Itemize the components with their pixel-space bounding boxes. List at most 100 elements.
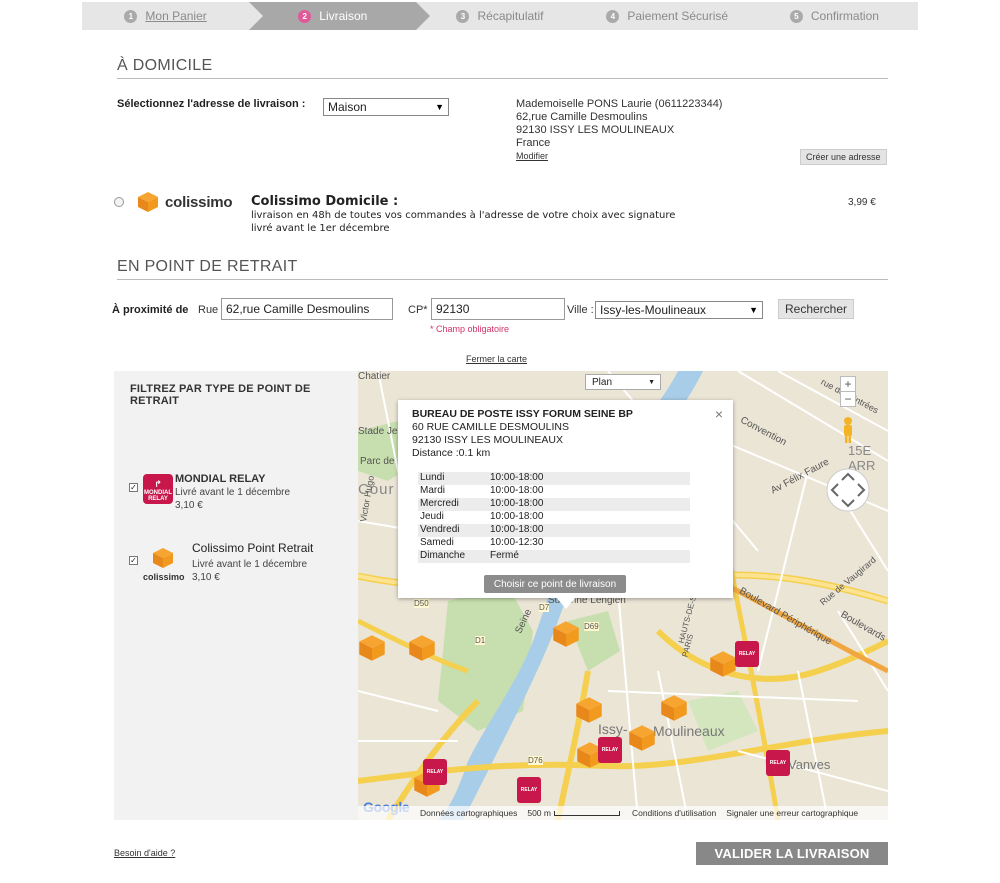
map-type-select[interactable]: Plan ▼ [585, 374, 661, 390]
zoom-out-button[interactable]: − [840, 391, 856, 407]
dropdown-arrow-icon: ▼ [648, 378, 655, 386]
hours-time: 10:00-18:00 [490, 511, 544, 522]
mondial-relay-marker-icon[interactable]: RELAY [735, 641, 759, 667]
cp-label: CP* [408, 304, 428, 316]
home-option-price: 3,99 € [848, 197, 876, 208]
close-map-link[interactable]: Fermer la carte [466, 354, 527, 364]
near-label: À proximité de [112, 304, 189, 316]
required-note: * Champ obligatoire [430, 324, 510, 334]
map-report-link[interactable]: Signaler une erreur cartographique [726, 808, 858, 818]
colissimo-marker-icon[interactable] [628, 723, 656, 753]
step-label: Confirmation [810, 9, 879, 23]
help-link[interactable]: Besoin d'aide ? [114, 848, 175, 858]
validate-delivery-button[interactable]: VALIDER LA LIVRAISON [696, 842, 888, 865]
step-label: Mon Panier [145, 9, 207, 23]
colissimo-marker-icon[interactable] [660, 693, 688, 723]
colissimo-relay-delivery: Livré avant le 1 décembre [192, 559, 308, 570]
hours-day: Lundi [420, 472, 445, 483]
address-select-label: Sélectionnez l'adresse de livraison : [117, 98, 306, 110]
colissimo-marker-selected-icon[interactable] [552, 619, 580, 649]
popup-city: 92130 ISSY LES MOULINEAUX [412, 434, 563, 446]
hours-time: 10:00-18:00 [490, 485, 544, 496]
popup-name: BUREAU DE POSTE ISSY FORUM SEINE BP [412, 408, 633, 420]
mondial-relay-checkbox[interactable]: ✓ [129, 483, 138, 492]
colissimo-logo: colissimo [137, 191, 233, 213]
city-select[interactable]: Issy-les-Moulineaux ▼ [595, 301, 763, 319]
relay-arrow-icon: ↱ [154, 479, 162, 489]
checkout-steps: 1 Mon Panier 2 Livraison 3 Récapitulatif… [82, 2, 918, 30]
hours-time: 10:00-18:00 [490, 498, 544, 509]
step-number: 5 [789, 9, 803, 23]
address-line: France [516, 137, 551, 149]
street-input[interactable]: 62,rue Camille Desmoulins [221, 298, 393, 320]
hours-row: Lundi 10:00-18:00 [418, 472, 690, 485]
hours-day: Dimanche [420, 550, 466, 561]
map-label-vanves: Vanves [788, 757, 831, 772]
colissimo-marker-icon[interactable] [709, 649, 737, 679]
map-label-stade: Stade Je [358, 426, 398, 437]
mondial-relay-delivery: Livré avant le 1 décembre [175, 487, 291, 498]
step-number: 4 [606, 9, 620, 23]
hours-time: 10:00-18:00 [490, 524, 544, 535]
map-scale: 500 m [527, 808, 551, 818]
map-type-value: Plan [592, 376, 613, 388]
hours-row: Mardi 10:00-18:00 [418, 485, 690, 498]
cp-input[interactable]: 92130 [431, 298, 565, 320]
choose-relay-button[interactable]: Choisir ce point de livraison [484, 575, 626, 593]
hours-day: Mercredi [420, 498, 459, 509]
hours-row: Samedi 10:00-12:30 [418, 537, 690, 550]
address-line: Mademoiselle PONS Laurie (0611223344) [516, 98, 723, 110]
pegman-icon[interactable] [841, 416, 855, 444]
step-summary: 3 Récapitulatif [416, 2, 583, 30]
search-button[interactable]: Rechercher [778, 299, 854, 319]
colissimo-relay-name: Colissimo Point Retrait [192, 541, 314, 555]
create-address-button[interactable]: Créer une adresse [800, 149, 887, 165]
mondial-relay-marker-icon[interactable]: RELAY [423, 759, 447, 785]
home-option-title: Colissimo Domicile : [251, 194, 399, 209]
mondial-logo-bottom: RELAY [148, 496, 168, 502]
mondial-relay-marker-icon[interactable]: RELAY [517, 777, 541, 803]
map-terms-link[interactable]: Conditions d'utilisation [632, 808, 716, 818]
address-select[interactable]: Maison ▼ [323, 98, 449, 116]
map-label-d1: D1 [475, 636, 486, 645]
colissimo-cube-icon [138, 192, 158, 212]
pan-control-icon[interactable] [826, 468, 870, 512]
colissimo-cube-icon [153, 548, 173, 568]
colissimo-relay-price: 3,10 € [192, 572, 220, 583]
home-section-title: À DOMICILE [117, 57, 888, 79]
step-number: 3 [456, 9, 470, 23]
step-payment: 4 Paiement Sécurisé [584, 2, 751, 30]
step-label: Paiement Sécurisé [627, 9, 729, 23]
colissimo-logo-text: colissimo [165, 193, 233, 211]
map-label-chatier: Chatier [358, 371, 391, 382]
address-line: 92130 ISSY LES MOULINEAUX [516, 124, 675, 136]
close-popup-icon[interactable]: × [715, 406, 723, 422]
step-number: 2 [298, 9, 312, 23]
hours-time: 10:00-12:30 [490, 537, 544, 548]
mondial-relay-marker-icon[interactable]: RELAY [598, 737, 622, 763]
modify-address-link[interactable]: Modifier [516, 150, 722, 163]
map-data-credit[interactable]: Données cartographiques [420, 808, 517, 818]
mondial-relay-price: 3,10 € [175, 500, 203, 511]
colissimo-relay-checkbox[interactable]: ✓ [129, 556, 138, 565]
home-delivery-radio[interactable] [114, 197, 124, 207]
map-scale-bar [553, 810, 620, 816]
colissimo-marker-icon[interactable] [575, 695, 603, 725]
mondial-relay-marker-icon[interactable]: RELAY [766, 750, 790, 776]
city-select-value: Issy-les-Moulineaux [600, 303, 707, 317]
street-label: Rue [198, 304, 219, 316]
address-select-value: Maison [328, 100, 367, 114]
map-footer: Données cartographiques 500 m Conditions… [358, 806, 888, 820]
colissimo-marker-icon[interactable] [408, 633, 436, 663]
hours-row: Dimanche Fermé [418, 550, 690, 563]
map-label-d50: D50 [414, 599, 429, 608]
address-line: 62,rue Camille Desmoulins [516, 111, 648, 123]
zoom-in-button[interactable]: + [840, 376, 856, 392]
relay-section-title: EN POINT DE RETRAIT [117, 258, 888, 280]
step-cart[interactable]: 1 Mon Panier [82, 2, 264, 30]
delivery-address: Mademoiselle PONS Laurie (0611223344) 62… [516, 98, 722, 163]
relay-point-popup: × BUREAU DE POSTE ISSY FORUM SEINE BP 60… [398, 400, 733, 609]
popup-distance: Distance :0.1 km [412, 447, 491, 459]
colissimo-marker-icon[interactable] [358, 633, 386, 663]
map-label-d7: D7 [539, 603, 550, 612]
